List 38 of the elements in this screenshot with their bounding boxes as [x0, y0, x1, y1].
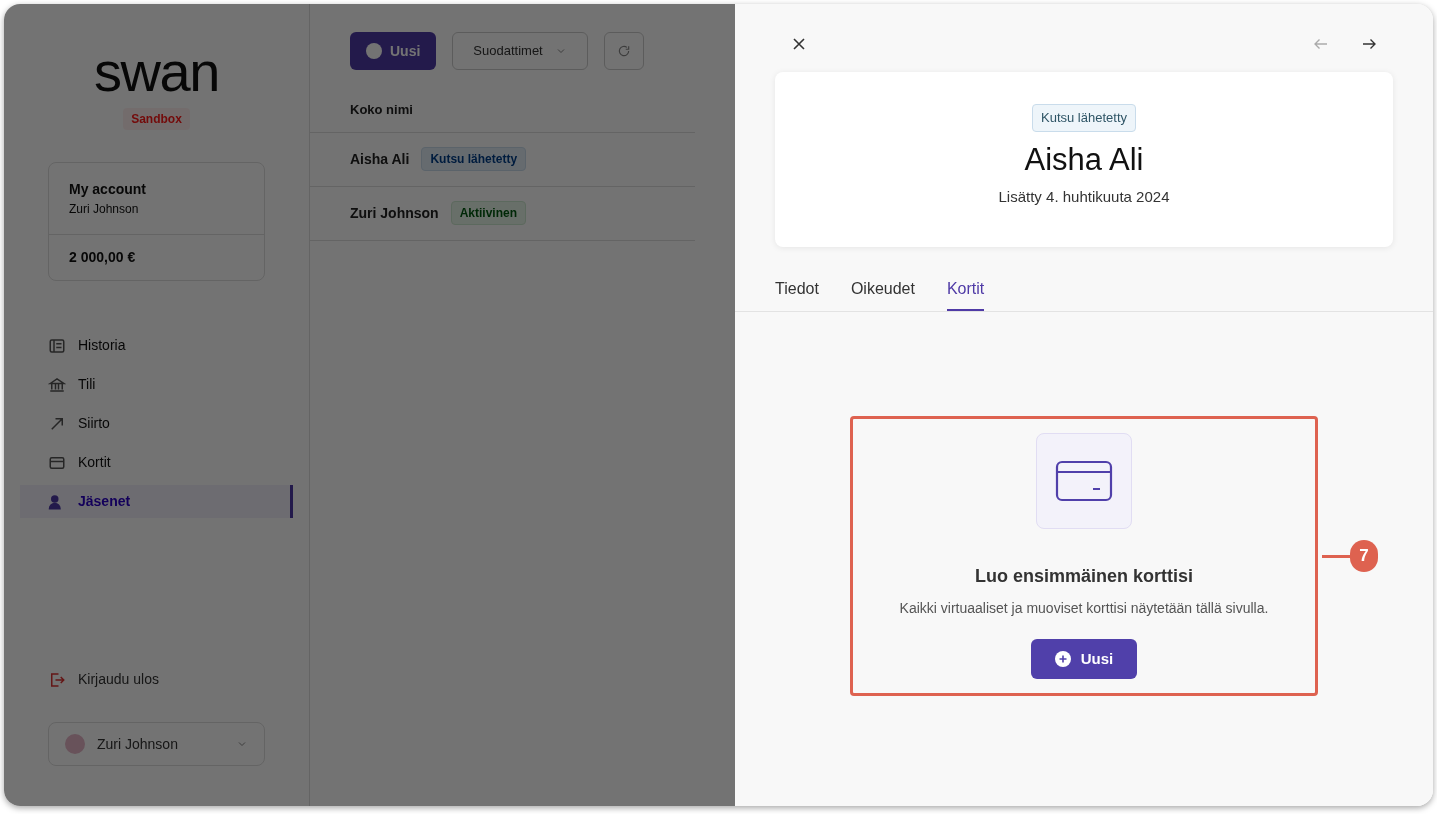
- tab[interactable]: Kortit: [946, 277, 985, 311]
- sidebar-item[interactable]: Jäsenet: [20, 485, 293, 518]
- leader-line: [1322, 554, 1350, 558]
- filters-button[interactable]: Suodattimet: [452, 32, 588, 70]
- bank-icon: [48, 375, 66, 394]
- new-card-button[interactable]: Uusi: [1030, 639, 1138, 679]
- member-name: Aisha Ali: [350, 149, 410, 169]
- close-icon: [792, 37, 806, 51]
- new-button[interactable]: Uusi: [350, 32, 437, 70]
- member-name: Aisha Ali: [1024, 140, 1144, 179]
- sidebar-item[interactable]: Tili: [20, 368, 293, 401]
- empty-state-description: Kaikki virtuaaliset ja muoviset korttisi näytetään tällä sivulla.: [899, 599, 1269, 618]
- tab[interactable]: Tiedot: [775, 277, 819, 311]
- logout-link[interactable]: Kirjaudu ulos: [78, 669, 159, 690]
- table-header: Koko nimi: [350, 101, 414, 119]
- sidebar-item[interactable]: Siirto: [20, 407, 293, 440]
- logout-icon: [48, 670, 66, 689]
- member-name: Zuri Johnson: [350, 203, 439, 223]
- account-balance: 2 000,00 €: [68, 248, 137, 267]
- status-badge: Kutsu lähetetty: [421, 147, 527, 171]
- callout-badge: 7: [1350, 540, 1378, 572]
- card-icon: [1055, 460, 1113, 502]
- added-date: Lisätty 4. huhtikuuta 2024: [998, 186, 1170, 207]
- status-badge: Aktiivinen: [450, 201, 527, 225]
- list-icon: [48, 336, 66, 355]
- logo: swan: [93, 44, 220, 100]
- tab[interactable]: Oikeudet: [850, 277, 915, 311]
- status-badge: Kutsu lähetetty: [1032, 104, 1136, 132]
- refresh-icon: [616, 44, 631, 58]
- user-menu[interactable]: Zuri Johnson: [48, 722, 265, 766]
- account-holder: Zuri Johnson: [69, 201, 140, 218]
- sidebar-item[interactable]: Kortit: [20, 446, 293, 479]
- sidebar-item[interactable]: Historia: [20, 329, 293, 362]
- account-title: My account: [69, 180, 147, 199]
- empty-state-title: Luo ensimmäinen korttisi: [974, 565, 1193, 588]
- avatar-icon: [65, 734, 85, 754]
- account-card[interactable]: My account Zuri Johnson 2 000,00 €: [48, 162, 265, 281]
- environment-badge: Sandbox: [123, 108, 190, 130]
